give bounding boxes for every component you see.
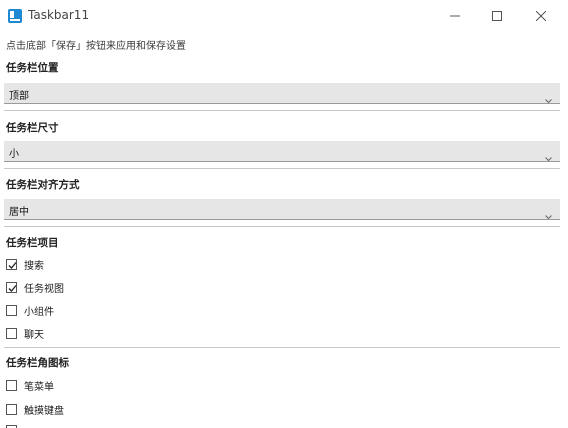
checkbox-box[interactable] <box>6 424 17 428</box>
checkmark-icon <box>8 261 17 269</box>
position-label: 任务栏位置 <box>6 62 59 74</box>
maximize-icon <box>492 11 502 21</box>
checkbox-label: 触摸键盘 <box>24 405 64 417</box>
minimize-button[interactable] <box>432 0 478 32</box>
size-select[interactable]: 小 <box>4 141 560 162</box>
checkbox-label: 聊天 <box>24 329 44 341</box>
divider <box>4 226 560 227</box>
checkbox-box[interactable] <box>6 379 17 391</box>
items-label: 任务栏项目 <box>6 237 59 249</box>
checkbox-label: 任务视图 <box>24 283 64 295</box>
divider <box>4 110 560 111</box>
alignment-label: 任务栏对齐方式 <box>6 179 80 191</box>
corner-icons-label: 任务栏角图标 <box>6 357 69 369</box>
save-hint-text: 点击底部「保存」按钮来应用和保存设置 <box>6 41 186 52</box>
close-icon <box>536 11 546 21</box>
checkbox-partial[interactable] <box>6 422 17 428</box>
minimize-icon <box>450 15 460 17</box>
checkbox-chat[interactable]: 聊天 <box>6 325 44 341</box>
checkbox-box[interactable] <box>6 304 17 316</box>
window-title: Taskbar11 <box>28 8 90 22</box>
size-select-value: 小 <box>9 149 19 160</box>
divider <box>4 347 560 348</box>
alignment-select-value: 居中 <box>9 207 29 218</box>
taskbar11-app-icon <box>8 9 22 23</box>
close-button[interactable] <box>518 0 564 32</box>
size-label: 任务栏尺寸 <box>6 122 59 134</box>
chevron-down-icon <box>545 89 552 108</box>
title-bar[interactable]: Taskbar11 <box>0 0 568 32</box>
alignment-select[interactable]: 居中 <box>4 199 560 220</box>
checkbox-label: 搜索 <box>24 260 44 272</box>
checkbox-label: 笔菜单 <box>24 381 54 393</box>
taskbar11-window: Taskbar11 点击底部「保存」按钮来应用和保存设置 任务栏位置 顶部 任务… <box>0 0 568 428</box>
checkbox-widgets[interactable]: 小组件 <box>6 302 54 318</box>
chevron-down-icon <box>545 147 552 166</box>
maximize-button[interactable] <box>474 0 520 32</box>
checkbox-box[interactable] <box>6 403 17 415</box>
checkbox-box[interactable] <box>6 281 17 293</box>
checkbox-task-view[interactable]: 任务视图 <box>6 279 64 295</box>
checkbox-label: 小组件 <box>24 306 54 318</box>
divider <box>4 168 560 169</box>
checkbox-touch-keyboard[interactable]: 触摸键盘 <box>6 401 64 417</box>
checkbox-box[interactable] <box>6 258 17 270</box>
checkbox-pen-menu[interactable]: 笔菜单 <box>6 377 54 393</box>
checkmark-icon <box>8 284 17 292</box>
chevron-down-icon <box>545 205 552 224</box>
checkbox-search[interactable]: 搜索 <box>6 256 44 272</box>
position-select-value: 顶部 <box>9 91 29 102</box>
checkbox-box[interactable] <box>6 327 17 339</box>
position-select[interactable]: 顶部 <box>4 83 560 104</box>
